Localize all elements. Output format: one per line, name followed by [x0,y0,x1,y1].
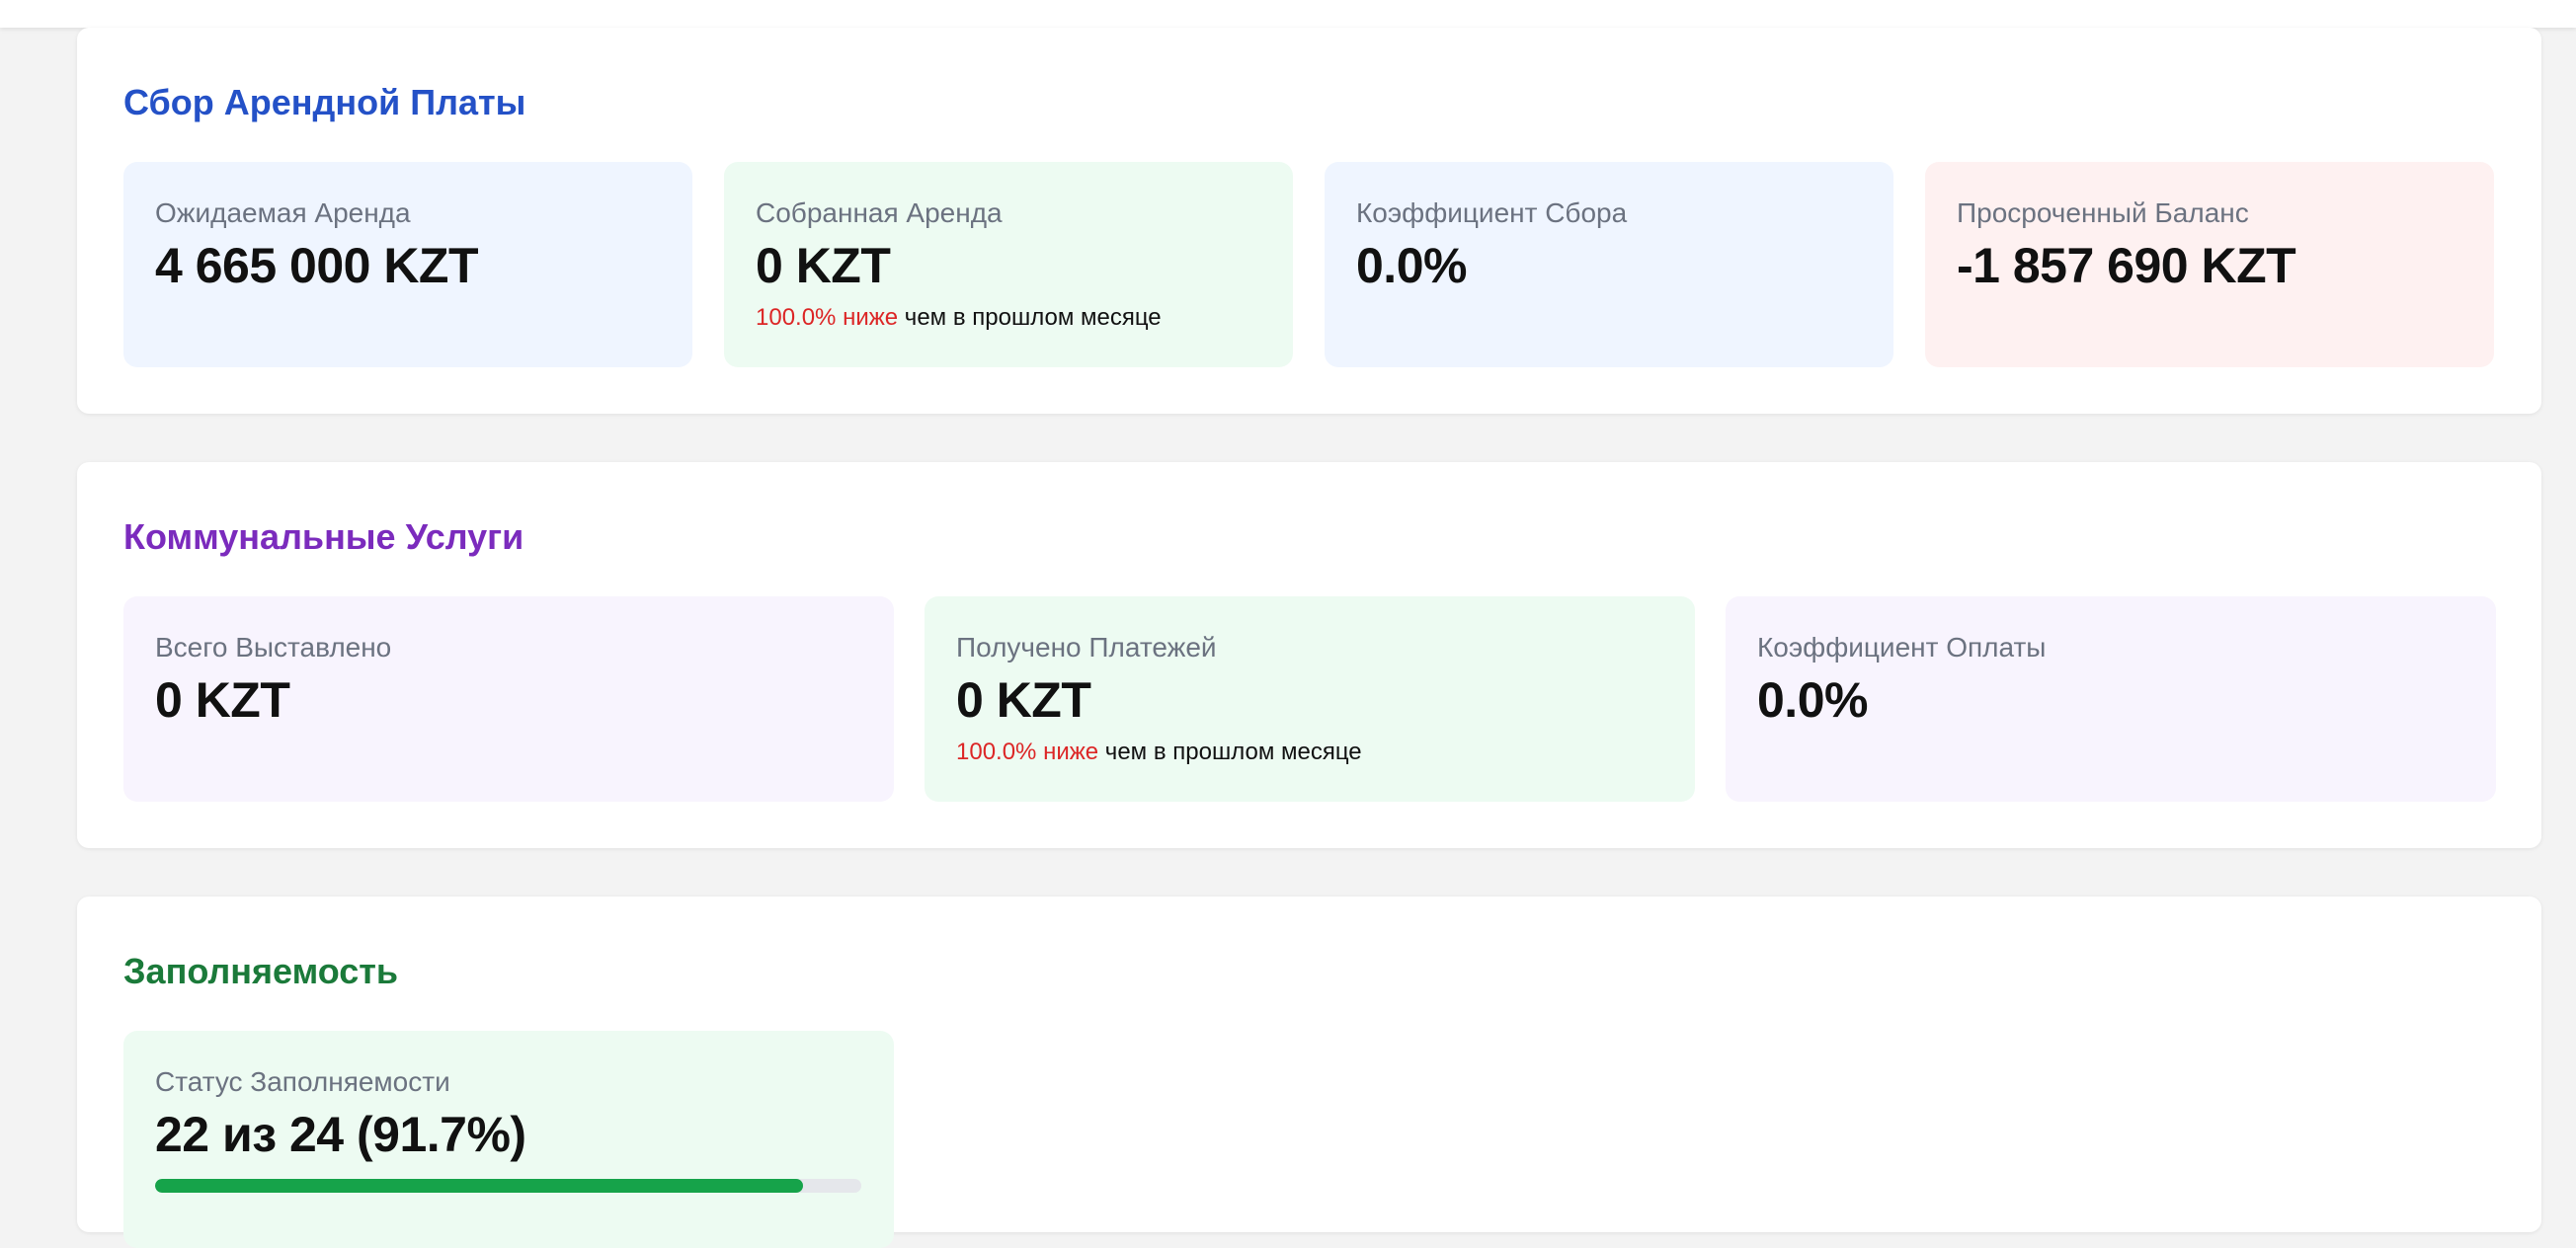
payments-received-label: Получено Платежей [956,632,1217,663]
total-billed-label: Всего Выставлено [155,632,392,663]
expected-rent-label: Ожидаемая Аренда [155,197,411,228]
occupancy-progress-fill [155,1179,803,1193]
occupancy-status-value: 22 из 24 (91.7%) [155,1107,526,1162]
collected-rent-value: 0 KZT [756,238,891,293]
change-percent: 100.0% ниже [956,739,1099,765]
overdue-balance-value: -1 857 690 KZT [1957,238,2296,293]
total-billed-value: 0 KZT [155,672,290,728]
payment-rate-label: Коэффициент Оплаты [1757,632,2047,663]
utilities-section-title: Коммунальные Услуги [123,516,524,557]
payments-received-change: 100.0% ниже чем в прошлом месяце [956,739,1362,766]
payments-received-value: 0 KZT [956,672,1091,728]
collected-rent-card: Собранная Аренда 0 KZT 100.0% ниже чем в… [724,162,1293,367]
payment-rate-card: Коэффициент Оплаты 0.0% [1726,596,2496,802]
change-text: чем в прошлом месяце [1098,739,1362,765]
top-bar [0,0,2576,28]
occupancy-status-card: Статус Заполняемости 22 из 24 (91.7%) [123,1031,894,1248]
change-percent: 100.0% ниже [756,304,899,331]
rent-section-title: Сбор Арендной Платы [123,82,526,122]
overdue-balance-label: Просроченный Баланс [1957,197,2249,228]
rent-collection-section: Сбор Арендной Платы Ожидаемая Аренда 4 6… [77,28,2541,414]
collected-rent-label: Собранная Аренда [756,197,1003,228]
collected-rent-change: 100.0% ниже чем в прошлом месяце [756,304,1162,332]
collection-rate-value: 0.0% [1356,238,1467,293]
occupancy-section-title: Заполняемость [123,951,399,991]
collection-rate-card: Коэффициент Сбора 0.0% [1325,162,1893,367]
payment-rate-value: 0.0% [1757,672,1868,728]
change-text: чем в прошлом месяце [898,304,1162,331]
occupancy-progress-bar [155,1179,861,1193]
utilities-section: Коммунальные Услуги Всего Выставлено 0 K… [77,462,2541,848]
expected-rent-card: Ожидаемая Аренда 4 665 000 KZT [123,162,692,367]
overdue-balance-card: Просроченный Баланс -1 857 690 KZT [1925,162,2494,367]
total-billed-card: Всего Выставлено 0 KZT [123,596,894,802]
collection-rate-label: Коэффициент Сбора [1356,197,1628,228]
payments-received-card: Получено Платежей 0 KZT 100.0% ниже чем … [925,596,1695,802]
occupancy-section: Заполняемость Статус Заполняемости 22 из… [77,897,2541,1248]
expected-rent-value: 4 665 000 KZT [155,238,479,293]
occupancy-status-label: Статус Заполняемости [155,1066,450,1097]
